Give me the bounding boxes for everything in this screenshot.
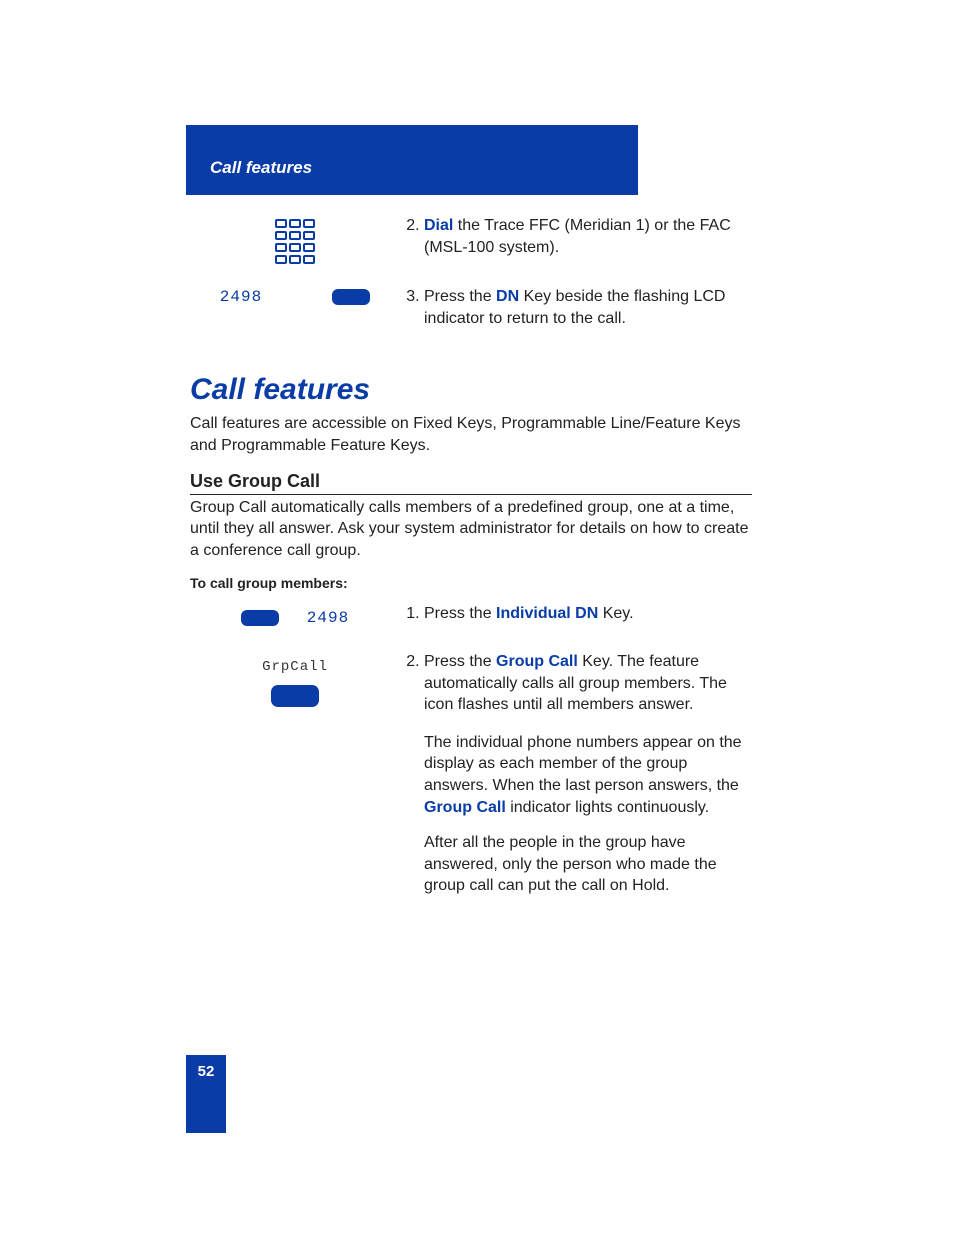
dn-key-visual: 2498	[190, 286, 400, 306]
section-title: Call features	[190, 373, 752, 407]
subsection-title: Use Group Call	[190, 471, 752, 495]
grp-para-2: After all the people in the group have a…	[400, 832, 752, 897]
lead-in: To call group members:	[190, 575, 752, 591]
keyword-group-call-2: Group Call	[424, 799, 506, 816]
group-call-key-icon	[271, 685, 319, 707]
step-2-text: the Trace FFC (Meridian 1) or the FAC (M…	[424, 217, 731, 256]
dn-label: 2498	[220, 288, 262, 306]
keypad-visual	[190, 215, 400, 265]
step-3-text-a: Press the	[424, 288, 496, 305]
group-call-steps: Press the Individual DN Key. Press the G…	[400, 603, 752, 715]
keyword-individual-dn: Individual DN	[496, 605, 598, 622]
group-call-block: 2498 GrpCall Press the Individual DN Key…	[190, 603, 752, 897]
page-number: 52	[186, 1055, 226, 1133]
grp-step-1: Press the Individual DN Key.	[424, 603, 752, 625]
keypad-icon	[275, 219, 315, 265]
subsection-body: Group Call automatically calls members o…	[190, 497, 752, 562]
page-content: Dial the Trace FFC (Meridian 1) or the F…	[190, 215, 752, 909]
grp-step-2: Press the Group Call Key. The feature au…	[424, 651, 752, 716]
individual-dn-label: 2498	[307, 609, 349, 627]
keyword-dial: Dial	[424, 217, 453, 234]
grp-step-2-a: Press the	[424, 653, 496, 670]
grpcall-label: GrpCall	[262, 659, 328, 675]
step-2: Dial the Trace FFC (Meridian 1) or the F…	[424, 215, 752, 258]
keyword-dn: DN	[496, 288, 519, 305]
step-list-top: Dial the Trace FFC (Meridian 1) or the F…	[400, 215, 752, 258]
grp-step-1-b: Key.	[598, 605, 633, 622]
grp-para-1-a: The individual phone numbers appear on t…	[424, 734, 742, 794]
step-list-top-3: Press the DN Key beside the flashing LCD…	[400, 286, 752, 329]
step-row-2: Dial the Trace FFC (Meridian 1) or the F…	[190, 215, 752, 274]
grp-para-1: The individual phone numbers appear on t…	[400, 732, 752, 818]
group-call-visual: 2498 GrpCall	[190, 603, 400, 707]
dn-key-icon	[332, 289, 370, 305]
grp-step-1-a: Press the	[424, 605, 496, 622]
step-row-3: 2498 Press the DN Key beside the flashin…	[190, 286, 752, 345]
document-page: Call features Dial the Trace FFC (Meridi…	[0, 0, 954, 1235]
header-title: Call features	[210, 158, 312, 178]
section-body: Call features are accessible on Fixed Ke…	[190, 413, 752, 456]
individual-dn-key-icon	[241, 610, 279, 626]
step-3: Press the DN Key beside the flashing LCD…	[424, 286, 752, 329]
keyword-group-call: Group Call	[496, 653, 578, 670]
grp-para-1-b: indicator lights continuously.	[506, 799, 709, 816]
